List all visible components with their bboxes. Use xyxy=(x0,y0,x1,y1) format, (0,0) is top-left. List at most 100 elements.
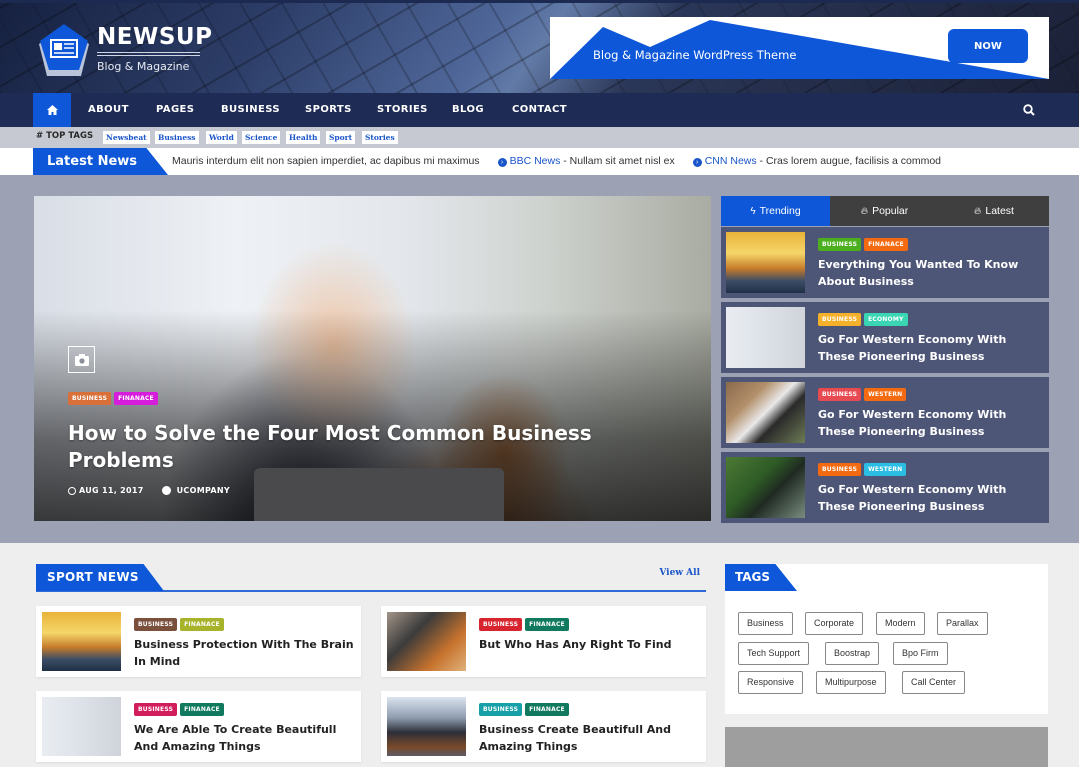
sport-news-header: SPORT NEWS View All xyxy=(36,564,706,592)
category-badge[interactable]: FINANACE xyxy=(180,703,224,716)
trending-title[interactable]: Go For Western Economy With These Pionee… xyxy=(818,331,1038,365)
top-tag-link[interactable]: Newsbeat xyxy=(103,131,150,144)
tab-label: Popular xyxy=(872,205,909,217)
latest-news-ticker: Latest News Mauris interdum elit non sap… xyxy=(0,148,1079,175)
category-badge[interactable]: FINANACE xyxy=(180,618,224,631)
hero-title[interactable]: How to Solve the Four Most Common Busine… xyxy=(68,420,668,474)
news-card[interactable]: BUSINESS FINANACE Business Protection Wit… xyxy=(36,606,361,677)
search-icon[interactable] xyxy=(1022,103,1036,117)
category-badge[interactable]: BUSINESS xyxy=(818,238,862,251)
category-badge[interactable]: FINANACE xyxy=(114,392,158,405)
top-tag-link[interactable]: Sport xyxy=(326,131,356,144)
nav-item-about[interactable]: ABOUT xyxy=(88,93,129,127)
trending-title[interactable]: Go For Western Economy With These Pionee… xyxy=(818,406,1038,440)
top-tag-link[interactable]: World xyxy=(206,131,237,144)
top-tag-link[interactable]: Science xyxy=(242,131,281,144)
tag-chip[interactable]: Parallax xyxy=(937,612,988,635)
trending-thumbnail[interactable] xyxy=(726,457,805,518)
site-logo[interactable]: NEWSUP Blog & Magazine xyxy=(35,22,215,82)
category-badge[interactable]: FINANACE xyxy=(864,238,908,251)
ticker-item[interactable]: - Cras lorem augue, facilisis a commod xyxy=(757,155,942,167)
category-badge[interactable]: BUSINESS xyxy=(68,392,112,405)
category-badge[interactable]: BUSINESS xyxy=(479,618,523,631)
view-all-link[interactable]: View All xyxy=(659,568,700,578)
news-card-thumbnail[interactable] xyxy=(387,612,466,671)
ticker-items: Mauris interdum elit non sapien imperdie… xyxy=(172,148,941,175)
top-tag-link[interactable]: Health xyxy=(286,131,321,144)
trending-item[interactable]: BUSINESS ECONOMY Go For Western Economy W… xyxy=(721,302,1049,373)
tab-popular[interactable]: 🔥︎ Popular xyxy=(830,196,939,226)
top-tag-link[interactable]: Stories xyxy=(362,131,398,144)
ticker-item[interactable]: - Nullam sit amet nisl ex xyxy=(560,155,674,167)
logo-subtitle: Blog & Magazine xyxy=(97,60,190,73)
top-tag-link[interactable]: Business xyxy=(155,131,199,144)
category-badge[interactable]: BUSINESS xyxy=(818,388,862,401)
tab-trending[interactable]: ϟ Trending xyxy=(721,196,830,226)
news-card-thumbnail[interactable] xyxy=(42,697,121,756)
trending-item[interactable]: BUSINESS WESTERN Go For Western Economy W… xyxy=(721,452,1049,523)
category-badge[interactable]: BUSINESS xyxy=(479,703,523,716)
tab-latest[interactable]: 🔥︎ Latest xyxy=(939,196,1049,226)
nav-item-business[interactable]: BUSINESS xyxy=(221,93,280,127)
hero-meta: AUG 11, 2017 UCOMPANY xyxy=(68,486,230,495)
tag-chip[interactable]: Bpo Firm xyxy=(893,642,948,665)
category-badge[interactable]: BUSINESS xyxy=(134,618,178,631)
nav-item-blog[interactable]: BLOG xyxy=(452,93,484,127)
bolt-icon: ϟ xyxy=(750,206,756,217)
news-card-title[interactable]: Business Protection With The Brain In Mi… xyxy=(134,636,356,670)
news-card-title[interactable]: Business Create Beautifull And Amazing T… xyxy=(479,721,701,755)
tags-widget: TAGS Business Corporate Modern Parallax … xyxy=(725,564,1048,714)
news-card-thumbnail[interactable] xyxy=(42,612,121,671)
trending-thumbnail[interactable] xyxy=(726,307,805,368)
news-card[interactable]: BUSINESS FINANACE Business Create Beautif… xyxy=(381,691,706,762)
tag-chip[interactable]: Call Center xyxy=(902,671,966,694)
tag-chip[interactable]: Responsive xyxy=(738,671,804,694)
trending-thumbnail[interactable] xyxy=(726,232,805,293)
ticker-item[interactable]: Mauris interdum elit non sapien imperdie… xyxy=(172,155,480,167)
nav-item-contact[interactable]: CONTACT xyxy=(512,93,567,127)
hero-image-laptop xyxy=(254,468,504,521)
trending-title[interactable]: Everything You Wanted To Know About Busi… xyxy=(818,256,1038,290)
ad-banner[interactable]: Blog & Magazine WordPress Theme NOW xyxy=(550,17,1049,79)
clock-icon xyxy=(68,486,76,495)
category-badge[interactable]: BUSINESS xyxy=(818,313,862,326)
nav-item-pages[interactable]: PAGES xyxy=(156,93,194,127)
tag-chip[interactable]: Modern xyxy=(876,612,925,635)
hero-badges: BUSINESS FINANACE xyxy=(68,392,161,411)
category-badge[interactable]: BUSINESS xyxy=(134,703,178,716)
tag-chip[interactable]: Corporate xyxy=(805,612,864,635)
ticker-source[interactable]: CNN News xyxy=(705,155,757,167)
tab-label: Trending xyxy=(759,205,801,217)
trending-item[interactable]: BUSINESS FINANACE Everything You Wanted T… xyxy=(721,227,1049,298)
trending-thumbnail[interactable] xyxy=(726,382,805,443)
nav-item-sports[interactable]: SPORTS xyxy=(305,93,352,127)
news-card[interactable]: BUSINESS FINANACE But Who Has Any Right T… xyxy=(381,606,706,677)
arrow-circle-right-icon: › xyxy=(692,158,702,167)
category-badge[interactable]: BUSINESS xyxy=(818,463,862,476)
ad-now-button[interactable]: NOW xyxy=(948,29,1028,63)
nav-item-stories[interactable]: STORIES xyxy=(377,93,428,127)
category-badge[interactable]: WESTERN xyxy=(864,388,907,401)
user-icon xyxy=(161,486,171,495)
news-card[interactable]: BUSINESS FINANACE We Are Able To Create B… xyxy=(36,691,361,762)
category-badge[interactable]: WESTERN xyxy=(864,463,907,476)
category-badge[interactable]: ECONOMY xyxy=(864,313,908,326)
ticker-source[interactable]: BBC News xyxy=(510,155,561,167)
news-card-title[interactable]: But Who Has Any Right To Find xyxy=(479,636,701,653)
hero-date: AUG 11, 2017 xyxy=(79,486,144,495)
logo-divider xyxy=(97,52,200,56)
category-badge[interactable]: FINANACE xyxy=(525,703,569,716)
tag-chip[interactable]: Business xyxy=(738,612,793,635)
hero-author[interactable]: UCOMPANY xyxy=(177,486,230,495)
tag-chip[interactable]: Boostrap xyxy=(825,642,880,665)
tag-chip[interactable]: Tech Support xyxy=(738,642,810,665)
sport-news-title: SPORT NEWS xyxy=(36,564,164,591)
news-card-thumbnail[interactable] xyxy=(387,697,466,756)
tab-label: Latest xyxy=(985,205,1014,217)
news-card-title[interactable]: We Are Able To Create Beautifull And Ama… xyxy=(134,721,356,755)
tag-chip[interactable]: Multipurpose xyxy=(816,671,886,694)
trending-item[interactable]: BUSINESS WESTERN Go For Western Economy W… xyxy=(721,377,1049,448)
nav-home-button[interactable] xyxy=(33,93,71,127)
trending-title[interactable]: Go For Western Economy With These Pionee… xyxy=(818,481,1038,515)
category-badge[interactable]: FINANACE xyxy=(525,618,569,631)
